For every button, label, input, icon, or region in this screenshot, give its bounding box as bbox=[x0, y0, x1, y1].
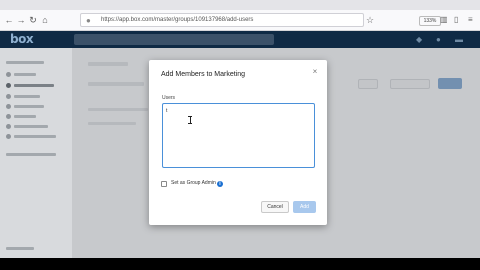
browser-toolbar: ← → ↻ ⌂ ● https://app.box.com/master/gro… bbox=[0, 10, 480, 31]
browser-chrome: ← → ↻ ⌂ ● https://app.box.com/master/gro… bbox=[0, 0, 480, 31]
url-text: https://app.box.com/master/groups/109137… bbox=[101, 17, 254, 23]
add-members-dialog: Add Members to Marketing × Users t Set a… bbox=[149, 60, 327, 225]
users-label: Users bbox=[162, 95, 176, 101]
reload-icon[interactable]: ↻ bbox=[27, 13, 39, 27]
back-arrow-icon[interactable]: ← bbox=[3, 13, 15, 27]
home-icon[interactable]: ⌂ bbox=[39, 13, 51, 27]
add-button[interactable]: Add bbox=[293, 201, 316, 213]
letterbox-bottom bbox=[0, 258, 480, 270]
hamburger-menu-icon[interactable]: ≡ bbox=[468, 13, 473, 27]
close-icon[interactable]: × bbox=[310, 67, 320, 77]
dialog-title: Add Members to Marketing bbox=[161, 71, 246, 78]
screen: ← → ↻ ⌂ ● https://app.box.com/master/gro… bbox=[0, 0, 480, 258]
sidebar-icon[interactable]: ▯ bbox=[454, 13, 458, 27]
bookmark-star-icon[interactable]: ☆ bbox=[366, 13, 374, 27]
forward-arrow-icon[interactable]: → bbox=[15, 13, 27, 27]
users-input[interactable]: t bbox=[162, 103, 315, 168]
lock-icon: ● bbox=[86, 16, 91, 25]
text-cursor-icon bbox=[188, 116, 192, 124]
library-icon[interactable]: ▥ bbox=[440, 13, 448, 27]
cancel-button[interactable]: Cancel bbox=[261, 201, 289, 213]
users-input-value: t bbox=[166, 108, 168, 114]
info-icon[interactable]: i bbox=[217, 181, 223, 187]
set-group-admin-checkbox[interactable] bbox=[161, 181, 167, 187]
zoom-level-badge[interactable]: 133% bbox=[419, 16, 441, 26]
address-bar[interactable]: ● https://app.box.com/master/groups/1091… bbox=[80, 13, 441, 27]
set-group-admin-label: Set as Group Admin bbox=[171, 180, 216, 186]
tab-strip bbox=[0, 0, 480, 10]
